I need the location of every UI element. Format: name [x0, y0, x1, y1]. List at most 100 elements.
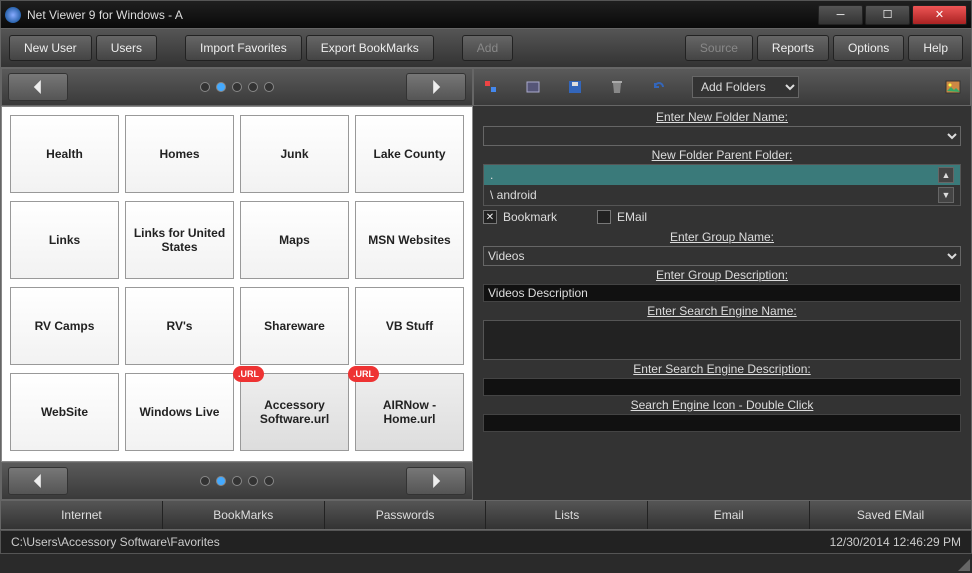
folder-tile[interactable]: Links	[10, 201, 119, 279]
folder-tile[interactable]: Links for United States	[125, 201, 234, 279]
group-desc-input[interactable]	[483, 284, 961, 302]
flag-icon[interactable]	[482, 78, 500, 96]
options-button[interactable]: Options	[833, 35, 904, 61]
save-icon[interactable]	[566, 78, 584, 96]
bookmark-checkbox[interactable]: ✕	[483, 210, 497, 224]
tile-label: VB Stuff	[386, 319, 433, 333]
tile-label: Junk	[280, 147, 308, 161]
url-tile[interactable]: .URLAccessory Software.url	[240, 373, 349, 451]
parent-folder-label: .	[490, 168, 493, 182]
reports-button[interactable]: Reports	[757, 35, 829, 61]
search-name-label: Enter Search Engine Name:	[483, 304, 961, 318]
tab-internet[interactable]: Internet	[1, 501, 163, 529]
group-name-select[interactable]: Videos	[483, 246, 961, 266]
email-label: EMail	[617, 210, 647, 224]
tab-saved-email[interactable]: Saved EMail	[810, 501, 971, 529]
add-button[interactable]: Add	[462, 35, 513, 61]
folder-tile[interactable]: Homes	[125, 115, 234, 193]
close-button[interactable]: ✕	[912, 5, 967, 25]
icon-bar: Add Folders	[473, 68, 971, 106]
trash-icon[interactable]	[608, 78, 626, 96]
parent-folder-row[interactable]: \ android▼	[484, 185, 960, 205]
page-dot[interactable]	[264, 476, 274, 486]
folder-tile[interactable]: Windows Live	[125, 373, 234, 451]
tile-label: AIRNow - Home.url	[360, 398, 459, 426]
picture-icon[interactable]	[944, 78, 962, 96]
page-dot[interactable]	[216, 476, 226, 486]
email-checkbox[interactable]	[597, 210, 611, 224]
window-title: Net Viewer 9 for Windows - A	[27, 8, 818, 22]
tab-lists[interactable]: Lists	[486, 501, 648, 529]
page-dot[interactable]	[216, 82, 226, 92]
prev-page-button-bottom[interactable]	[8, 467, 68, 495]
titlebar: Net Viewer 9 for Windows - A ─ ☐ ✕	[0, 0, 972, 28]
new-folder-input[interactable]	[483, 126, 961, 146]
folder-tile[interactable]: RV's	[125, 287, 234, 365]
parent-folder-list[interactable]: .▲\ android▼	[483, 164, 961, 206]
scroll-up-button[interactable]: ▲	[938, 167, 954, 183]
tile-label: RV Camps	[35, 319, 95, 333]
note-icon[interactable]	[524, 78, 542, 96]
page-dot[interactable]	[200, 476, 210, 486]
tile-label: Windows Live	[140, 405, 220, 419]
next-page-button[interactable]	[406, 73, 466, 101]
page-dots-bottom	[200, 476, 274, 486]
status-path: C:\Users\Accessory Software\Favorites	[11, 535, 220, 549]
source-button[interactable]: Source	[685, 35, 753, 61]
export-bookmarks-button[interactable]: Export BookMarks	[306, 35, 434, 61]
prev-page-button[interactable]	[8, 73, 68, 101]
new-folder-label: Enter New Folder Name:	[483, 110, 961, 124]
parent-folder-row[interactable]: .▲	[484, 165, 960, 185]
form-area: Enter New Folder Name: New Folder Parent…	[473, 106, 971, 500]
import-favorites-button[interactable]: Import Favorites	[185, 35, 302, 61]
statusbar: C:\Users\Accessory Software\Favorites 12…	[0, 530, 972, 554]
pager-top	[1, 68, 473, 106]
tab-email[interactable]: Email	[648, 501, 810, 529]
tile-label: Health	[46, 147, 83, 161]
maximize-button[interactable]: ☐	[865, 5, 910, 25]
page-dot[interactable]	[232, 476, 242, 486]
email-checkbox-row[interactable]: EMail	[597, 210, 647, 224]
page-dot[interactable]	[248, 476, 258, 486]
scroll-down-button[interactable]: ▼	[938, 187, 954, 203]
search-desc-input[interactable]	[483, 378, 961, 396]
help-button[interactable]: Help	[908, 35, 963, 61]
users-button[interactable]: Users	[96, 35, 157, 61]
folder-action-select[interactable]: Add Folders	[692, 76, 799, 98]
minimize-button[interactable]: ─	[818, 5, 863, 25]
search-name-input[interactable]	[483, 320, 961, 360]
search-desc-label: Enter Search Engine Description:	[483, 362, 961, 376]
search-icon-input[interactable]	[483, 414, 961, 432]
page-dot[interactable]	[200, 82, 210, 92]
tab-bookmarks[interactable]: BookMarks	[163, 501, 325, 529]
parent-folder-label: New Folder Parent Folder:	[483, 148, 961, 162]
group-name-label: Enter Group Name:	[483, 230, 961, 244]
tile-label: Shareware	[264, 319, 325, 333]
folder-tile[interactable]: Maps	[240, 201, 349, 279]
tile-label: WebSite	[41, 405, 88, 419]
tab-passwords[interactable]: Passwords	[325, 501, 487, 529]
folder-tile[interactable]: Shareware	[240, 287, 349, 365]
folder-tile[interactable]: VB Stuff	[355, 287, 464, 365]
pager-bottom	[1, 462, 473, 500]
status-datetime: 12/30/2014 12:46:29 PM	[830, 535, 961, 549]
url-tile[interactable]: .URLAIRNow - Home.url	[355, 373, 464, 451]
folder-tile[interactable]: WebSite	[10, 373, 119, 451]
new-user-button[interactable]: New User	[9, 35, 92, 61]
toolbar: New User Users Import Favorites Export B…	[0, 28, 972, 68]
page-dot[interactable]	[232, 82, 242, 92]
tile-label: Homes	[159, 147, 199, 161]
undo-icon[interactable]	[650, 78, 668, 96]
bookmark-checkbox-row[interactable]: ✕ Bookmark	[483, 210, 557, 224]
folder-tile[interactable]: Lake County	[355, 115, 464, 193]
folder-tile[interactable]: Junk	[240, 115, 349, 193]
bottom-tabs: Internet BookMarks Passwords Lists Email…	[0, 500, 972, 530]
folder-tile[interactable]: Health	[10, 115, 119, 193]
folder-tile[interactable]: RV Camps	[10, 287, 119, 365]
group-desc-label: Enter Group Description:	[483, 268, 961, 282]
page-dot[interactable]	[264, 82, 274, 92]
page-dot[interactable]	[248, 82, 258, 92]
resize-grip[interactable]	[956, 557, 970, 571]
folder-tile[interactable]: MSN Websites	[355, 201, 464, 279]
next-page-button-bottom[interactable]	[406, 467, 466, 495]
